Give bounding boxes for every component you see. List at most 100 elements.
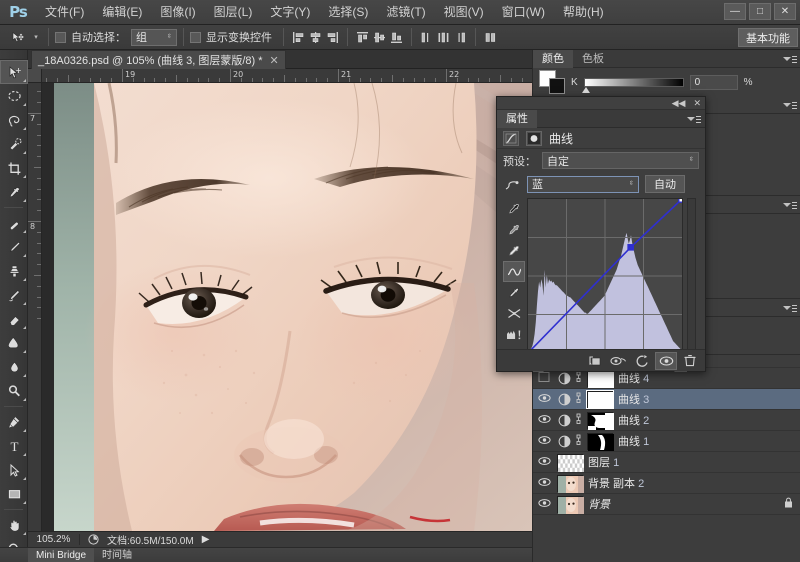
layer-visibility-toggle[interactable]	[533, 477, 555, 490]
curves-graph[interactable]	[524, 195, 686, 357]
layer-thumbnail[interactable]	[557, 495, 584, 514]
layer-name[interactable]: 背景 副本 2	[588, 475, 644, 491]
status-expand-arrow-icon[interactable]: ▶	[202, 534, 210, 545]
auto-button[interactable]: 自动	[645, 175, 685, 193]
menu-view[interactable]: 视图(V)	[435, 0, 493, 25]
background-color-swatch[interactable]	[549, 78, 565, 94]
menu-filter[interactable]: 滤镜(T)	[377, 0, 434, 25]
blur-tool[interactable]	[0, 355, 28, 379]
align-top-edges-icon[interactable]	[354, 28, 371, 47]
color-panel-swatches[interactable]	[539, 70, 565, 94]
menu-help[interactable]: 帮助(H)	[554, 0, 613, 25]
layer-name[interactable]: 曲线 2	[618, 412, 649, 428]
table-row[interactable]: 图层 1	[533, 452, 800, 473]
align-bottom-edges-icon[interactable]	[388, 28, 405, 47]
adjustments-panel-menu-button[interactable]	[783, 99, 797, 111]
layer-visibility-toggle[interactable]	[533, 414, 555, 427]
curve-pencil-tool[interactable]	[503, 261, 525, 282]
layer-name[interactable]: 曲线 3	[618, 391, 649, 407]
table-row[interactable]: 背景	[533, 494, 800, 515]
layer-thumbnail[interactable]	[586, 389, 614, 409]
minimize-button[interactable]: —	[724, 3, 746, 20]
layer-name[interactable]: 曲线 1	[618, 433, 649, 449]
on-image-adjustment-icon[interactable]	[503, 178, 521, 191]
tab-properties[interactable]: 属性	[497, 109, 537, 128]
spot-healing-brush-tool[interactable]	[0, 211, 28, 235]
clone-stamp-tool[interactable]	[0, 259, 28, 283]
elliptical-marquee-tool[interactable]	[0, 84, 28, 108]
gray-point-eyedropper[interactable]	[503, 219, 525, 240]
move-tool-icon[interactable]	[4, 27, 30, 48]
dodge-tool[interactable]	[0, 379, 28, 403]
layer-name[interactable]: 图层 1	[588, 454, 619, 470]
layer-thumbnail[interactable]	[557, 474, 584, 493]
view-previous-state-button[interactable]	[607, 352, 629, 370]
hand-tool[interactable]	[0, 513, 28, 537]
move-tool[interactable]	[0, 60, 28, 84]
eraser-tool[interactable]	[0, 307, 28, 331]
on-image-adjust-eyedropper[interactable]	[503, 282, 525, 303]
properties-panel-titlebar[interactable]: ◀◀ ✕	[497, 97, 705, 110]
document-tab[interactable]: _18A0326.psd @ 105% (曲线 3, 图层蒙版/8) * ✕	[31, 50, 286, 69]
layer-thumbnail[interactable]	[587, 411, 614, 430]
layer-visibility-toggle[interactable]	[533, 456, 555, 469]
layer-visibility-toggle[interactable]	[533, 498, 555, 511]
table-row[interactable]: 曲线 2	[533, 410, 800, 431]
menu-type[interactable]: 文字(Y)	[261, 0, 319, 25]
white-point-eyedropper[interactable]	[503, 240, 525, 261]
workspace-switcher-button[interactable]: 基本功能	[738, 28, 798, 47]
path-selection-tool[interactable]	[0, 458, 28, 482]
color-panel-menu-button[interactable]	[783, 53, 797, 65]
align-left-edges-icon[interactable]	[290, 28, 307, 47]
distribute-group-icon[interactable]	[482, 28, 499, 47]
layer-visibility-toggle[interactable]	[533, 393, 555, 406]
ruler-corner[interactable]	[28, 69, 42, 83]
history-panel-menu-button[interactable]	[783, 199, 797, 211]
mask-link-icon[interactable]	[574, 392, 587, 406]
crop-tool[interactable]	[0, 156, 28, 180]
table-row[interactable]: 曲线 3	[533, 389, 800, 410]
close-button[interactable]: ✕	[774, 3, 796, 20]
properties-panel-menu-button[interactable]	[687, 113, 701, 125]
tool-preset-chevron-icon[interactable]: ▾	[30, 33, 42, 41]
close-icon[interactable]: ✕	[270, 54, 279, 67]
layer-thumbnail[interactable]	[587, 432, 614, 451]
mask-link-icon[interactable]	[574, 413, 587, 427]
rectangle-tool[interactable]	[0, 482, 28, 506]
mask-link-icon[interactable]	[574, 434, 587, 448]
menu-file[interactable]: 文件(F)	[36, 0, 93, 25]
menu-edit[interactable]: 编辑(E)	[93, 0, 151, 25]
toggle-layer-visibility-button[interactable]	[655, 351, 677, 370]
collapse-icon[interactable]: ◀◀	[672, 98, 686, 109]
canvas[interactable]	[42, 83, 532, 531]
distribute-bottom-icon[interactable]	[452, 28, 469, 47]
history-brush-tool[interactable]	[0, 283, 28, 307]
lasso-tool[interactable]	[0, 108, 28, 132]
horizontal-ruler[interactable]: 1819202122	[42, 69, 532, 83]
align-right-edges-icon[interactable]	[324, 28, 341, 47]
layer-name[interactable]: 背景	[588, 496, 610, 512]
reset-adjustment-button[interactable]	[631, 352, 653, 370]
curves-scrollbar[interactable]	[687, 198, 696, 363]
smooth-curve-tool[interactable]	[503, 303, 525, 324]
menu-image[interactable]: 图像(I)	[151, 0, 204, 25]
layer-thumbnail[interactable]	[557, 453, 585, 472]
distribute-top-icon[interactable]	[418, 28, 435, 47]
table-row[interactable]: 背景 副本 2	[533, 473, 800, 494]
maximize-button[interactable]: □	[749, 3, 771, 20]
tools-panel-grip[interactable]	[0, 50, 27, 60]
k-channel-slider[interactable]	[581, 77, 684, 93]
tab-timeline[interactable]: 时间轴	[94, 548, 140, 562]
k-slider-thumb[interactable]	[581, 86, 590, 93]
table-row[interactable]: 曲线 1	[533, 431, 800, 452]
menu-select[interactable]: 选择(S)	[319, 0, 377, 25]
quick-selection-tool[interactable]	[0, 132, 28, 156]
tab-swatches[interactable]: 色板	[573, 50, 613, 68]
zoom-level[interactable]: 105.2%	[28, 534, 80, 545]
curves-plot[interactable]	[524, 195, 686, 357]
pen-tool[interactable]	[0, 410, 28, 434]
align-vertical-centers-icon[interactable]	[371, 28, 388, 47]
menu-window[interactable]: 窗口(W)	[493, 0, 554, 25]
layer-visibility-toggle[interactable]	[533, 435, 555, 448]
auto-select-scope-dropdown[interactable]: 组 ⇳	[131, 28, 177, 46]
